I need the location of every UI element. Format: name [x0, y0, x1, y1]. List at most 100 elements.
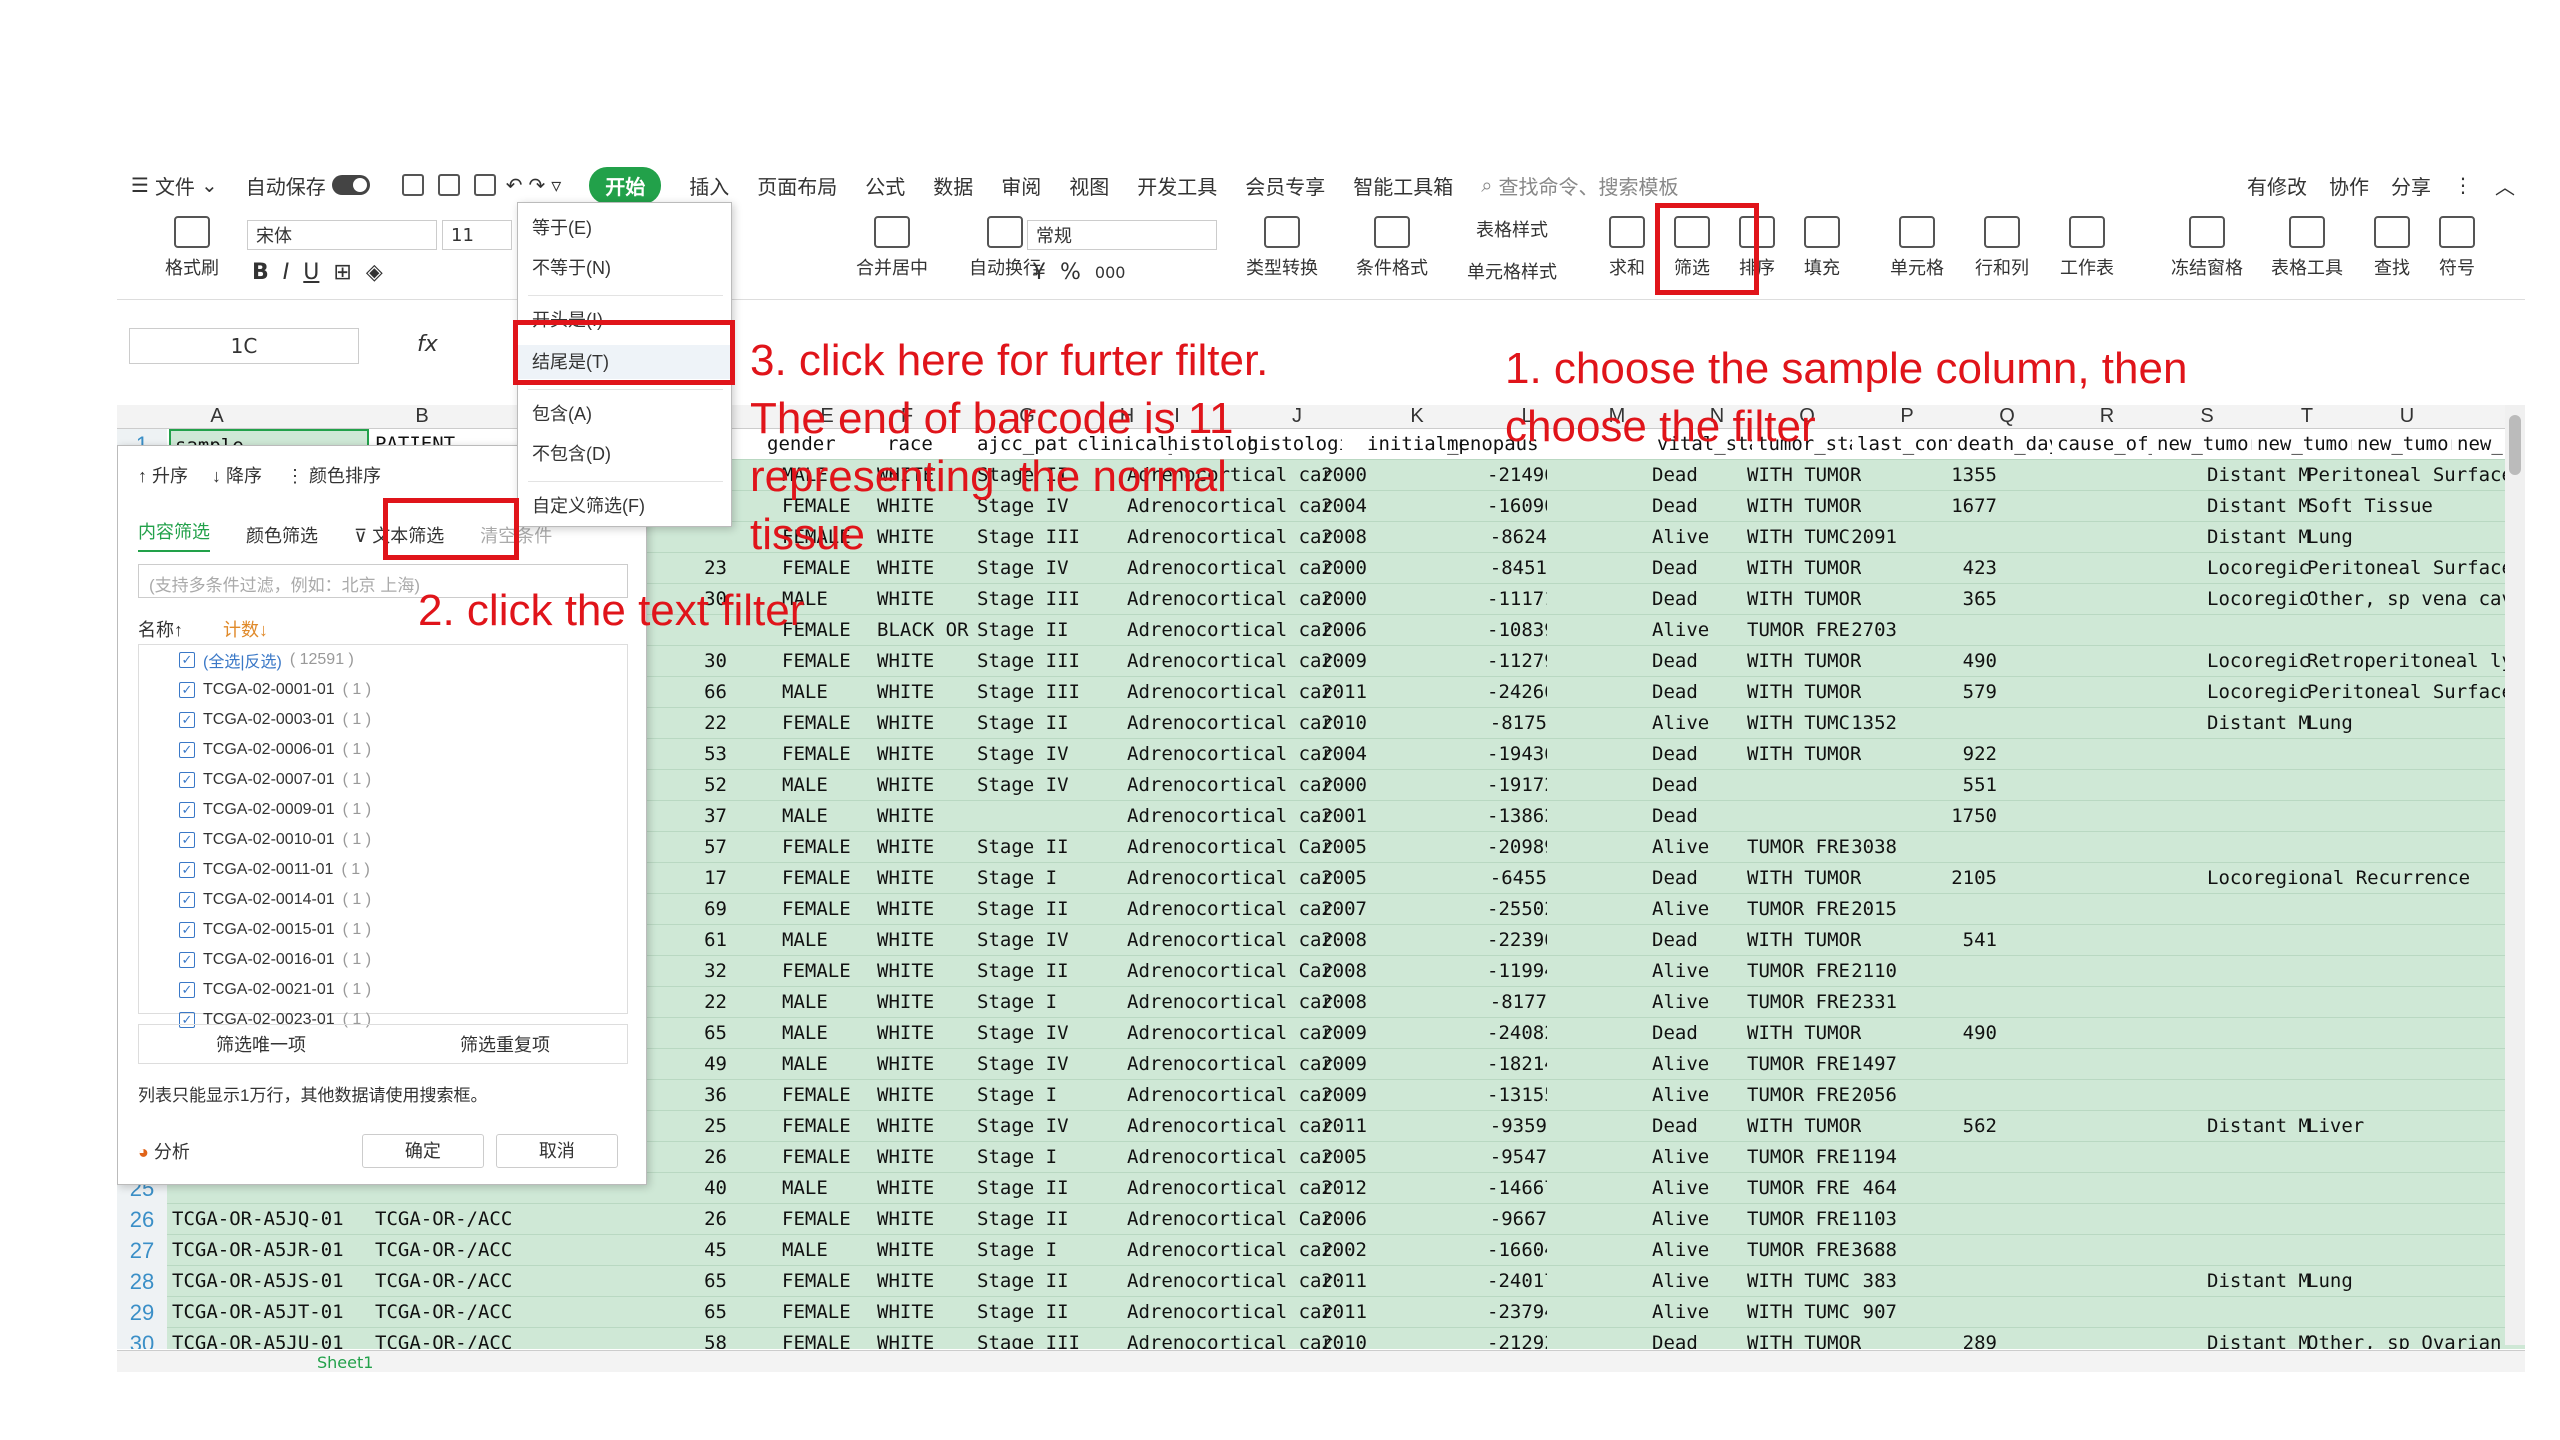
cell-tumor[interactable]: WITH TUMC [1747, 522, 1850, 553]
cell-hist[interactable]: Adrenocortical car [1127, 894, 1333, 925]
cell-last[interactable]: 2015 [1837, 894, 1897, 925]
conditional-format-button[interactable]: 条件格式 [1342, 216, 1442, 280]
cell-year[interactable]: 2009 [1307, 1080, 1367, 1111]
cell-sex[interactable]: FEMALE [782, 1204, 851, 1235]
list-item[interactable]: ✓ TCGA-02-0001-01 ( 1 ) [179, 675, 371, 705]
cell-sex[interactable]: FEMALE [782, 1080, 851, 1111]
list-item[interactable]: ✓ TCGA-02-0007-01 ( 1 ) [179, 765, 371, 795]
cell-race[interactable]: WHITE [877, 1235, 934, 1266]
cell-age[interactable]: 58 [667, 1328, 727, 1349]
cell-last[interactable]: 1194 [1837, 1142, 1897, 1173]
cell-race[interactable]: WHITE [877, 1049, 934, 1080]
cell-patient[interactable]: TCGA-OR-/ACC [375, 1328, 512, 1349]
cell-vital[interactable]: Alive [1652, 1266, 1709, 1297]
cell-year[interactable]: 2008 [1307, 522, 1367, 553]
cell-sex[interactable]: MALE [782, 801, 828, 832]
cell-patient[interactable]: TCGA-OR-/ACC [375, 1297, 512, 1328]
ok-button[interactable]: 确定 [361, 1134, 484, 1168]
cell-stage[interactable]: Stage I [977, 1235, 1057, 1266]
cell-year[interactable]: 2009 [1307, 646, 1367, 677]
filter-unique-button[interactable]: 筛选唯一项 [139, 1025, 383, 1063]
cell-days[interactable]: -8177 [1487, 987, 1547, 1018]
more-icon[interactable]: ⋮ [2453, 173, 2473, 197]
cell-stage[interactable]: Stage II [977, 1204, 1069, 1235]
cell-age[interactable]: 65 [667, 1297, 727, 1328]
cell-race[interactable]: WHITE [877, 1018, 934, 1049]
cell-stage[interactable]: Stage III [977, 646, 1080, 677]
number-format-select[interactable]: 常规 [1027, 220, 1217, 250]
cell-race[interactable]: WHITE [877, 646, 934, 677]
cell-vital[interactable]: Dead [1652, 770, 1698, 801]
cell-stage[interactable]: Stage I [977, 1142, 1057, 1173]
cell-patient[interactable]: TCGA-OR-/ACC [375, 1204, 512, 1235]
cell-vital[interactable]: Dead [1652, 646, 1698, 677]
cell-days[interactable]: -9547 [1487, 1142, 1547, 1173]
checkbox-icon[interactable]: ✓ [179, 952, 195, 968]
checkbox-icon[interactable]: ✓ [179, 982, 195, 998]
cell-last[interactable]: 907 [1837, 1297, 1897, 1328]
cell-new1[interactable]: Locoregional Recurrence [2207, 863, 2470, 894]
cell-race[interactable]: WHITE [877, 1328, 934, 1349]
cell-tumor[interactable]: WITH TUMOR [1747, 553, 1861, 584]
cell-hist[interactable]: Adrenocortical car [1127, 925, 1333, 956]
modified-button[interactable]: 有修改 [2247, 171, 2307, 200]
cell-new2[interactable]: Peritoneal Surface [2307, 553, 2513, 584]
cell-race[interactable]: WHITE [877, 894, 934, 925]
cell-tumor[interactable]: TUMOR FRE [1747, 1204, 1850, 1235]
cell-new2[interactable]: Liver [2307, 1111, 2364, 1142]
cell-year[interactable]: 2010 [1307, 708, 1367, 739]
cell-hist[interactable]: Adrenocortical car [1127, 708, 1333, 739]
tab-content-filter[interactable]: 内容筛选 [138, 518, 210, 552]
worksheet-button[interactable]: 工作表 [2047, 216, 2127, 280]
cell-race[interactable]: WHITE [877, 1297, 934, 1328]
list-item[interactable]: ✓ TCGA-02-0011-01 ( 1 ) [179, 855, 370, 885]
cell-tumor[interactable]: WITH TUMOR [1747, 739, 1861, 770]
cell-days[interactable]: -16090 [1487, 491, 1547, 522]
cell-sex[interactable]: MALE [782, 1049, 828, 1080]
cell-days[interactable]: -9667 [1487, 1204, 1547, 1235]
cell-tumor[interactable]: WITH TUMOR [1747, 491, 1861, 522]
cell-death[interactable]: 922 [1937, 739, 1997, 770]
cell-sample[interactable]: TCGA-OR-A5JT-01 [172, 1297, 344, 1328]
cell-stage[interactable]: Stage II [977, 615, 1069, 646]
list-item[interactable]: ✓ TCGA-02-0003-01 ( 1 ) [179, 705, 371, 735]
cell-tumor[interactable]: WITH TUMOR [1747, 1018, 1861, 1049]
cell-year[interactable]: 2000 [1307, 460, 1367, 491]
column-header-U[interactable]: U [2357, 405, 2457, 428]
cell-days[interactable]: -8624 [1487, 522, 1547, 553]
column-title[interactable]: new_tumor [2357, 429, 2452, 460]
cell-sex[interactable]: MALE [782, 925, 828, 956]
cell-death[interactable]: 1355 [1937, 460, 1997, 491]
select-all-label[interactable]: (全选|反选) [203, 648, 282, 672]
cell-vital[interactable]: Dead [1652, 553, 1698, 584]
cell-stage[interactable]: Stage IV [977, 1018, 1069, 1049]
checkbox-icon[interactable]: ✓ [179, 742, 195, 758]
cell-sample[interactable]: TCGA-OR-A5JQ-01 [172, 1204, 344, 1235]
checkbox-icon[interactable]: ✓ [179, 682, 195, 698]
cell-age[interactable]: 69 [667, 894, 727, 925]
sheet-tab-1[interactable]: Sheet1 [317, 1353, 373, 1372]
cell-death[interactable]: 490 [1937, 646, 1997, 677]
tab-view[interactable]: 视图 [1055, 160, 1123, 210]
cell-year[interactable]: 2008 [1307, 925, 1367, 956]
cell-year[interactable]: 2012 [1307, 1173, 1367, 1204]
checkbox-icon[interactable]: ✓ [179, 802, 195, 818]
tab-formulas[interactable]: 公式 [851, 160, 919, 210]
font-name-select[interactable]: 宋体 [247, 220, 437, 250]
cell-vital[interactable]: Alive [1652, 956, 1709, 987]
cell-new2[interactable]: Soft Tissue [2307, 491, 2433, 522]
cell-new1[interactable]: Locoregic [2207, 553, 2310, 584]
tab-home[interactable]: 开始 [589, 166, 662, 204]
cell-stage[interactable]: Stage IV [977, 1049, 1069, 1080]
cell-patient[interactable]: TCGA-OR-/ACC [375, 1266, 512, 1297]
menu-item-contains[interactable]: 包含(A) [532, 397, 592, 431]
cell-days[interactable]: -24017 [1487, 1266, 1547, 1297]
cell-new1[interactable]: Distant M [2207, 522, 2310, 553]
cell-hist[interactable]: Adrenocortical car [1127, 1111, 1333, 1142]
cell-new1[interactable]: Distant M [2207, 1328, 2310, 1349]
row-number[interactable]: 26 [117, 1204, 167, 1235]
cell-sex[interactable]: FEMALE [782, 956, 851, 987]
table-tools-button[interactable]: 表格工具 [2257, 216, 2357, 280]
cell-vital[interactable]: Dead [1652, 1018, 1698, 1049]
cell-race[interactable]: WHITE [877, 677, 934, 708]
